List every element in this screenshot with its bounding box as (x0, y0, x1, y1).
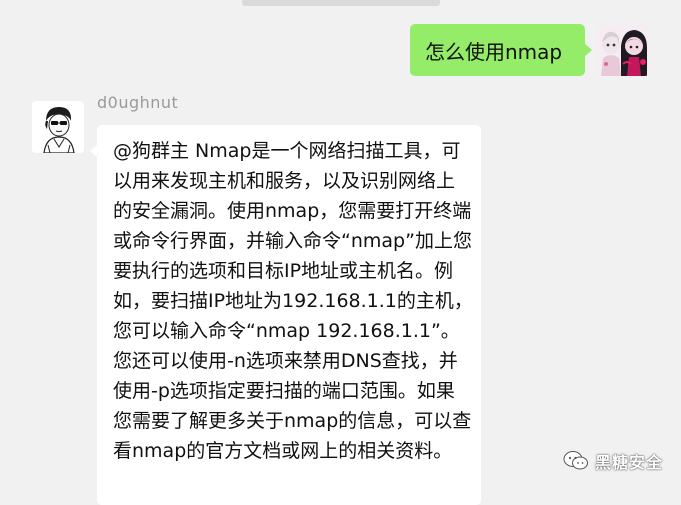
wechat-official-account-icon (563, 451, 588, 470)
sender-avatar[interactable] (32, 101, 84, 153)
pill-text-fragment: · · · · (312, 0, 360, 4)
sketch-person-avatar-icon (32, 101, 84, 153)
watermark-text: 黑糖安全 (595, 453, 664, 472)
anime-avatar-icon (597, 24, 649, 76)
watermark: 黑糖安全 (563, 449, 663, 473)
system-time-pill: · · · · (242, 0, 440, 6)
self-message-text: 怎么使用nmap (425, 40, 563, 64)
received-message-text: @狗群主 Nmap是一个网络扫描工具，可以用来发现主机和服务，以及识别网络上的安… (113, 140, 473, 462)
self-avatar[interactable] (597, 24, 649, 76)
received-message-bubble[interactable]: @狗群主 Nmap是一个网络扫描工具，可以用来发现主机和服务，以及识别网络上的安… (90, 125, 481, 505)
sender-name: d0ughnut (97, 93, 179, 112)
self-message-bubble[interactable]: 怎么使用nmap (410, 24, 592, 76)
